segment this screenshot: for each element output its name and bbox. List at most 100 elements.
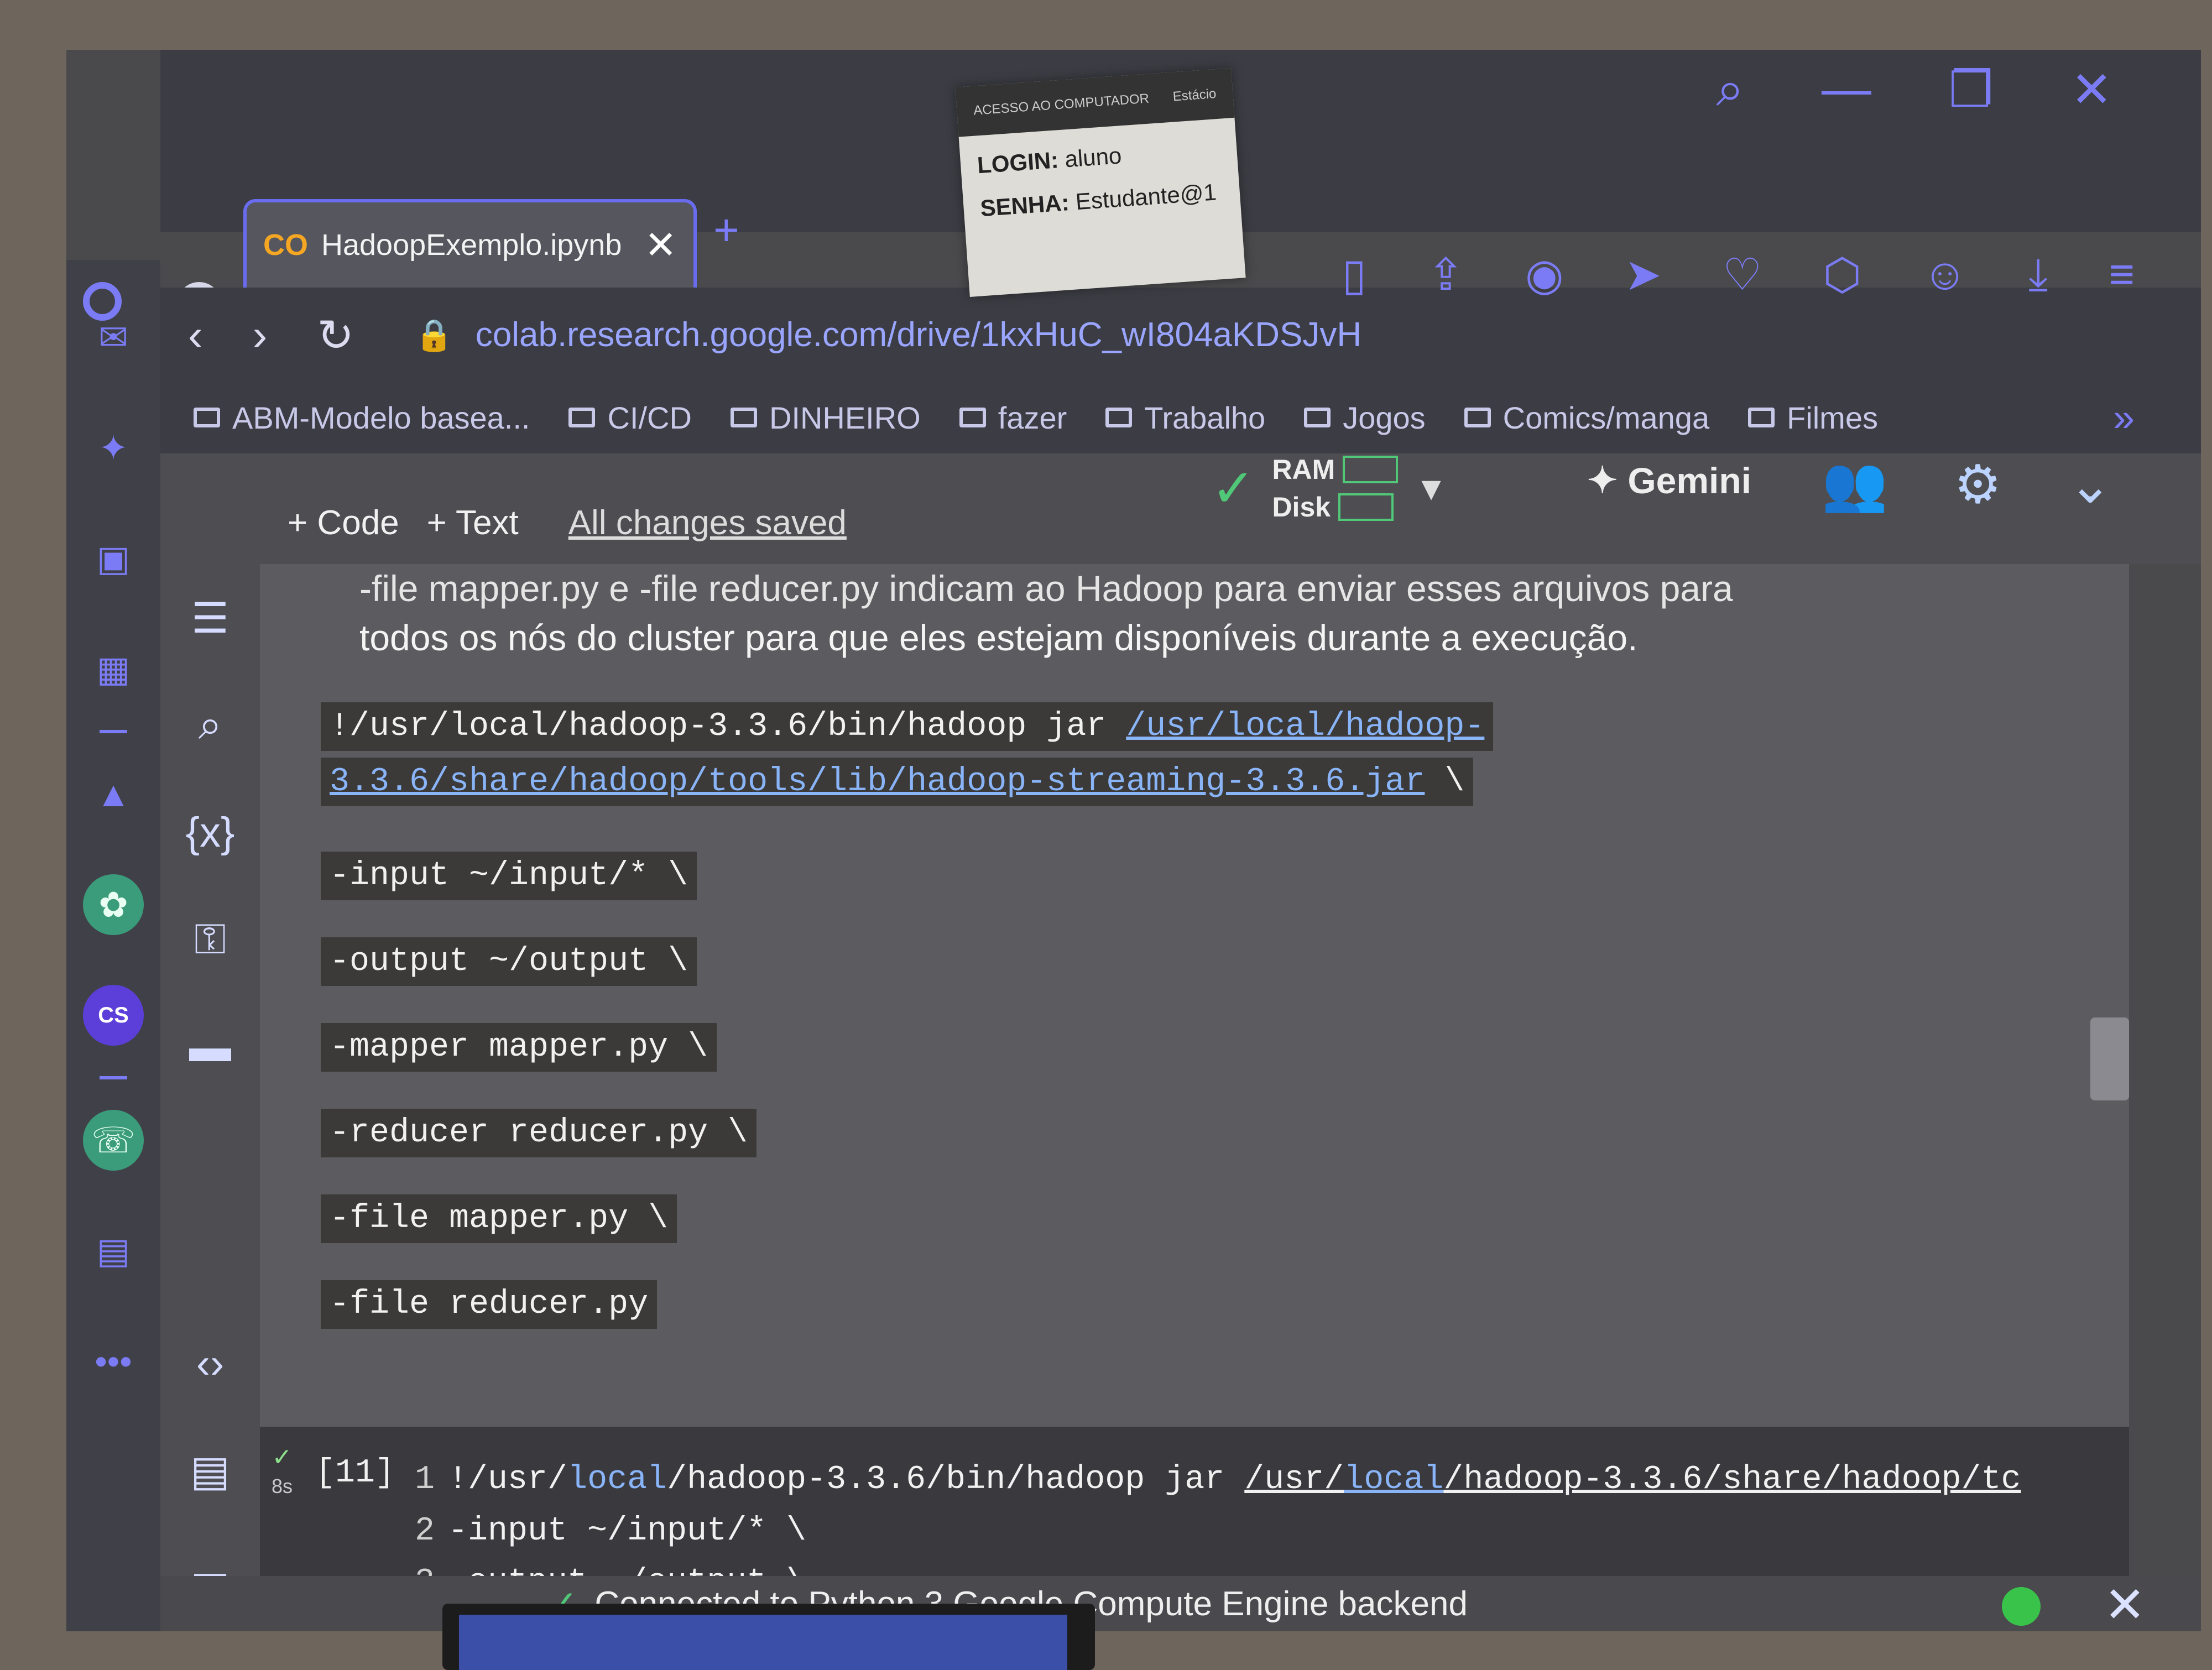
chevron-down-icon[interactable]: ▼ bbox=[1415, 469, 1447, 508]
colab-favicon-icon: CO bbox=[263, 228, 308, 262]
command-palette-icon[interactable]: ▤ bbox=[190, 1445, 230, 1495]
variables-icon[interactable]: {x} bbox=[186, 807, 235, 857]
close-icon[interactable]: ✕ bbox=[644, 222, 677, 268]
projected-screen: ✉ ✦ ▣ ▦ ▲ ✿ CS ☏ ▤ ••• CO HadoopExemplo.… bbox=[66, 50, 2201, 1631]
window-controls: ⌕ — ❐ ✕ bbox=[1716, 61, 2112, 119]
reader-icon[interactable]: ▯ bbox=[1342, 249, 1366, 300]
disk-label: Disk bbox=[1272, 492, 1331, 523]
folder-icon bbox=[1748, 408, 1775, 427]
login-sticker: ACESSO AO COMPUTADOR Estácio LOGIN: alun… bbox=[955, 68, 1246, 297]
chip-icon[interactable]: ▦ bbox=[83, 639, 144, 700]
gallery-icon[interactable]: ▤ bbox=[83, 1220, 144, 1281]
save-status[interactable]: All changes saved bbox=[568, 503, 847, 542]
chevron-more-icon[interactable]: » bbox=[2113, 395, 2135, 440]
markdown-line: todos os nós do cluster para que eles es… bbox=[359, 617, 1638, 659]
gemini-label: Gemini bbox=[1627, 460, 1752, 501]
gear-icon[interactable]: ⚙ bbox=[1954, 453, 2002, 515]
forward-icon[interactable]: › bbox=[253, 310, 268, 361]
new-tab-icon[interactable]: + bbox=[713, 205, 739, 255]
more-icon[interactable]: ••• bbox=[83, 1331, 144, 1392]
back-icon[interactable]: ‹ bbox=[188, 310, 203, 361]
bookmark-item[interactable]: Comics/manga bbox=[1464, 400, 1709, 436]
cell-run-status[interactable]: ✓ 8s bbox=[260, 1443, 304, 1498]
code-block-line: -reducer reducer.py \ bbox=[321, 1109, 757, 1157]
code-block-line: -file mapper.py \ bbox=[321, 1194, 677, 1243]
sparkle-icon: ✦ bbox=[1587, 460, 1618, 500]
minimize-icon[interactable]: — bbox=[1822, 61, 1871, 119]
code-block-line: !/usr/local/hadoop-3.3.6/bin/hadoop jar … bbox=[321, 702, 1494, 751]
tab-title: HadoopExemplo.ipynb - Co bbox=[321, 228, 631, 262]
code-block-line: -file reducer.py bbox=[321, 1280, 658, 1329]
heart-icon[interactable]: ♡ bbox=[1723, 249, 1762, 300]
chatgpt-icon[interactable]: ✿ bbox=[83, 874, 144, 935]
code-link[interactable]: /usr/local/hadoop- bbox=[1126, 708, 1484, 745]
bookmark-item[interactable]: Jogos bbox=[1304, 400, 1426, 436]
code-line: 2 -input ~/input/* \ bbox=[415, 1512, 807, 1550]
opera-icon[interactable] bbox=[83, 282, 122, 321]
lock-icon: 🔒 bbox=[415, 317, 453, 352]
bookmark-item[interactable]: Filmes bbox=[1748, 400, 1878, 436]
folder-icon bbox=[1464, 408, 1491, 427]
add-code-button[interactable]: + Code bbox=[288, 503, 399, 542]
broom-icon[interactable]: ✦ bbox=[83, 418, 144, 478]
send-icon[interactable]: ➤ bbox=[1625, 249, 1662, 300]
address-bar[interactable]: 🔒 colab.research.google.com/drive/1kxHuC… bbox=[415, 315, 1361, 354]
laptop-screen bbox=[459, 1615, 1067, 1670]
camera-icon[interactable]: ◉ bbox=[1525, 249, 1564, 300]
whatsapp-icon[interactable]: ☏ bbox=[83, 1110, 144, 1171]
share-icon[interactable]: ⇪ bbox=[1427, 249, 1464, 300]
bookmark-item[interactable]: fazer bbox=[959, 400, 1067, 436]
arrow-icon[interactable]: ▲ bbox=[83, 764, 144, 824]
sidebar-divider bbox=[100, 730, 127, 733]
download-icon[interactable]: ⤓ bbox=[2028, 249, 2048, 300]
cs-icon[interactable]: CS bbox=[83, 985, 144, 1046]
folder-icon bbox=[194, 408, 220, 427]
code-block-line: -mapper mapper.py \ bbox=[321, 1023, 717, 1072]
close-window-icon[interactable]: ✕ bbox=[2071, 61, 2112, 119]
check-icon: ✓ bbox=[272, 1444, 293, 1471]
markdown-line: -file mapper.py e -file reducer.py indic… bbox=[359, 568, 1733, 609]
colab-toolbar: + Code + Text All changes saved ✓ RAM Di… bbox=[160, 453, 2201, 564]
twitch-icon[interactable]: ▣ bbox=[83, 528, 144, 589]
code-link[interactable]: 3.3.6/share/hadoop/tools/lib/hadoop-stre… bbox=[330, 763, 1425, 801]
reload-icon[interactable]: ↻ bbox=[317, 310, 354, 361]
disk-meter bbox=[1338, 493, 1394, 521]
address-toolbar: ‹ › ↻ 🔒 colab.research.google.com/drive/… bbox=[160, 249, 2201, 382]
connected-check-icon: ✓ bbox=[1211, 459, 1256, 518]
ram-meter bbox=[1343, 456, 1399, 483]
add-text-button[interactable]: + Text bbox=[427, 503, 519, 542]
cell-source[interactable]: 1 !/usr/local/hadoop-3.3.6/bin/hadoop jar… bbox=[415, 1454, 2021, 1576]
bookmark-item[interactable]: DINHEIRO bbox=[730, 400, 921, 436]
sidebar-divider bbox=[100, 1076, 127, 1079]
profile-icon[interactable]: ☺ bbox=[1922, 249, 1968, 300]
search-icon[interactable]: ⌕ bbox=[199, 700, 222, 750]
close-icon[interactable]: ✕ bbox=[2104, 1576, 2146, 1631]
ram-label: RAM bbox=[1272, 454, 1335, 485]
folder-icon bbox=[568, 408, 596, 427]
bookmark-item[interactable]: Trabalho bbox=[1105, 400, 1265, 436]
status-indicator[interactable] bbox=[2002, 1587, 2041, 1626]
resource-monitor[interactable]: ✓ RAM Disk ▼ bbox=[1211, 453, 1448, 523]
scrollbar[interactable] bbox=[2090, 1017, 2129, 1100]
share-users-icon[interactable]: 👥 bbox=[1822, 453, 1888, 515]
tab-colab[interactable]: CO HadoopExemplo.ipynb - Co ✕ bbox=[243, 199, 697, 288]
secrets-icon[interactable]: ⚿ bbox=[194, 915, 226, 964]
code-cell[interactable]: ✓ 8s [11] 1 !/usr/local/hadoop-3.3.6/bin/… bbox=[260, 1427, 2129, 1576]
url-text: colab.research.google.com/drive/1kxHuC_w… bbox=[475, 316, 1362, 354]
code-snippets-icon[interactable]: ‹› bbox=[196, 1338, 225, 1388]
chevron-down-icon[interactable]: ⌄ bbox=[2068, 453, 2112, 515]
files-icon[interactable]: ▬ bbox=[189, 1022, 231, 1072]
bookmark-item[interactable]: CI/CD bbox=[568, 400, 692, 436]
markdown-cell[interactable]: -file mapper.py e -file reducer.py indic… bbox=[359, 564, 1963, 662]
toolbar-icons: ▯ ⇪ ◉ ➤ ♡ ⬡ ☺ ⤓ ≡ bbox=[1342, 249, 2135, 300]
sticker-header: ACESSO AO COMPUTADOR bbox=[973, 91, 1150, 118]
bookmark-item[interactable]: ABM-Modelo basea... bbox=[194, 400, 530, 436]
maximize-icon[interactable]: ❐ bbox=[1949, 61, 1994, 119]
search-icon[interactable]: ⌕ bbox=[1716, 61, 1744, 119]
gemini-button[interactable]: ✦ Gemini bbox=[1587, 459, 1751, 502]
toc-icon[interactable]: ☰ bbox=[191, 593, 229, 643]
settings-sliders-icon[interactable]: ≡ bbox=[2109, 249, 2135, 300]
cube-icon[interactable]: ⬡ bbox=[1823, 249, 1861, 300]
bookmarks-bar: ABM-Modelo basea... CI/CD DINHEIRO fazer… bbox=[160, 382, 2201, 453]
code-line: 3-output ~/output \ bbox=[415, 1557, 2021, 1576]
